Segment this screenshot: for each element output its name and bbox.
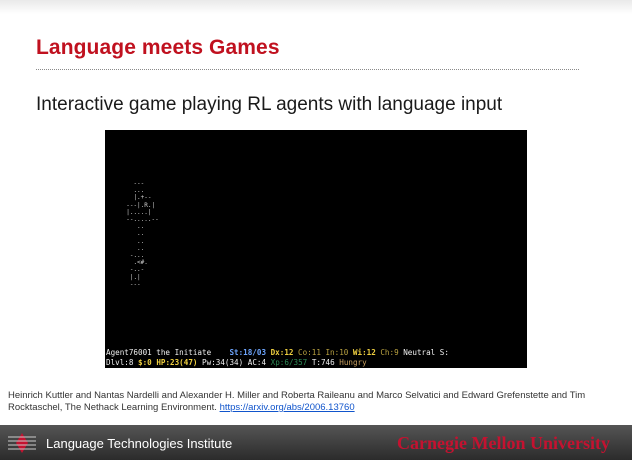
top-gradient-band <box>0 0 632 14</box>
stat-experience: Xp:6/357 <box>270 358 308 367</box>
stat-turn: T:746 <box>311 358 335 367</box>
stat-intelligence: In:10 <box>325 348 349 357</box>
status-line-2: Dlvl:8 $:0 HP:23(47) Pw:34(34) AC:4 Xp:6… <box>106 358 367 367</box>
citation: Heinrich Kuttler and Nantas Nardelli and… <box>8 390 624 414</box>
university-wordmark: Carnegie Mellon University <box>397 433 610 453</box>
agent-name: Agent76001 the Initiate <box>106 348 212 357</box>
arxiv-link[interactable]: https://arxiv.org/abs/2006.13760 <box>220 402 355 413</box>
stat-constitution: Co:11 <box>298 348 321 357</box>
stat-wisdom: Wi:12 <box>352 348 376 357</box>
footer-bar: Language Technologies Institute Carnegie… <box>0 425 632 460</box>
stat-alignment: Neutral S: <box>403 348 449 357</box>
stat-armor-class: AC:4 <box>247 358 267 367</box>
lti-logo-icon <box>8 433 36 453</box>
status-line-1: Agent76001 the Initiate St:18/03 Dx:12 C… <box>106 348 449 357</box>
stat-gold: $:0 <box>138 358 152 367</box>
dungeon-map: --- ... |.+-- ---|.R.| |.....| --.....--… <box>126 180 159 288</box>
stat-strength: St:18/03 <box>229 348 267 357</box>
institute-name: Language Technologies Institute <box>46 436 233 451</box>
stat-charisma: Ch:9 <box>380 348 399 357</box>
stat-hunger: Hungry <box>339 358 367 367</box>
stat-dungeon-level: Dlvl:8 <box>106 358 134 367</box>
stat-hitpoints: HP:23(47) <box>156 358 198 367</box>
slide-title: Language meets Games <box>36 36 280 59</box>
stat-power: Pw:34(34) <box>202 358 244 367</box>
stat-dexterity: Dx:12 <box>270 348 294 357</box>
title-divider <box>36 69 579 70</box>
slide-subtitle: Interactive game playing RL agents with … <box>36 94 503 115</box>
nethack-screenshot: --- ... |.+-- ---|.R.| |.....| --.....--… <box>105 130 527 368</box>
